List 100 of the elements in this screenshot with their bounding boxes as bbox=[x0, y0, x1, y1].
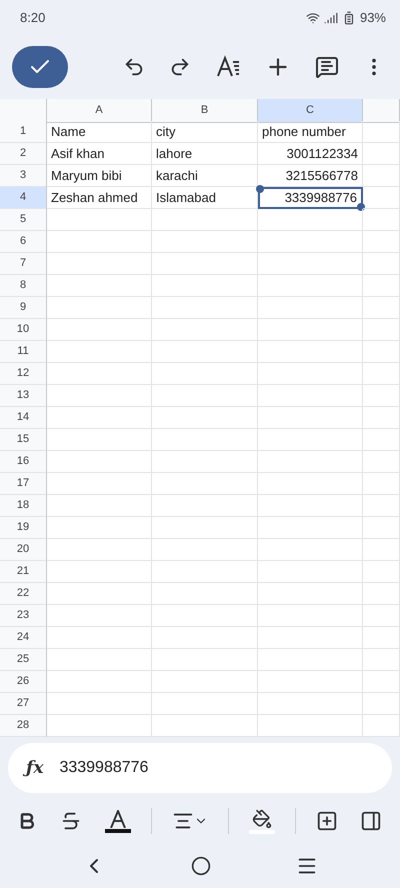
table-cell[interactable] bbox=[47, 516, 152, 539]
table-cell[interactable] bbox=[258, 582, 363, 605]
table-cell[interactable] bbox=[258, 450, 363, 473]
table-cell[interactable]: city bbox=[152, 120, 258, 143]
table-cell[interactable] bbox=[258, 406, 363, 429]
table-cell[interactable] bbox=[363, 318, 400, 341]
table-cell[interactable] bbox=[152, 406, 258, 429]
table-cell[interactable] bbox=[47, 252, 152, 275]
row-header[interactable]: 15 bbox=[0, 428, 47, 451]
table-cell[interactable] bbox=[47, 428, 152, 451]
table-cell[interactable]: Asif khan bbox=[47, 142, 152, 165]
row-header[interactable]: 7 bbox=[0, 252, 47, 275]
table-cell[interactable] bbox=[47, 208, 152, 231]
table-cell[interactable] bbox=[363, 274, 400, 297]
table-cell[interactable] bbox=[363, 296, 400, 319]
table-cell[interactable] bbox=[152, 208, 258, 231]
table-cell[interactable] bbox=[258, 670, 363, 693]
table-cell[interactable] bbox=[47, 670, 152, 693]
table-cell[interactable] bbox=[152, 648, 258, 671]
table-cell[interactable] bbox=[363, 252, 400, 275]
table-cell[interactable]: Islamabad bbox=[152, 186, 258, 209]
table-cell[interactable] bbox=[363, 494, 400, 517]
table-cell[interactable] bbox=[47, 648, 152, 671]
table-cell[interactable]: 3339988776 bbox=[258, 186, 363, 209]
table-cell[interactable] bbox=[363, 582, 400, 605]
table-cell[interactable] bbox=[152, 362, 258, 385]
row-header[interactable]: 9 bbox=[0, 296, 47, 319]
table-cell[interactable] bbox=[152, 384, 258, 407]
table-cell[interactable] bbox=[258, 230, 363, 253]
table-cell[interactable] bbox=[152, 274, 258, 297]
table-cell[interactable] bbox=[152, 340, 258, 363]
table-cell[interactable] bbox=[152, 670, 258, 693]
table-cell[interactable] bbox=[258, 208, 363, 231]
table-cell[interactable]: phone number bbox=[258, 120, 363, 143]
row-header[interactable]: 2 bbox=[0, 142, 47, 165]
table-cell[interactable] bbox=[152, 230, 258, 253]
row-header[interactable]: 20 bbox=[0, 538, 47, 561]
row-header[interactable]: 23 bbox=[0, 604, 47, 627]
table-cell[interactable] bbox=[47, 582, 152, 605]
table-cell[interactable]: Maryum bibi bbox=[47, 164, 152, 187]
row-header[interactable]: 16 bbox=[0, 450, 47, 473]
table-cell[interactable] bbox=[363, 428, 400, 451]
row-header[interactable]: 4 bbox=[0, 186, 47, 209]
table-cell[interactable] bbox=[47, 450, 152, 473]
table-cell[interactable] bbox=[258, 516, 363, 539]
table-cell[interactable] bbox=[363, 516, 400, 539]
table-cell[interactable]: lahore bbox=[152, 142, 258, 165]
formula-bar[interactable]: ƒx 3339988776 bbox=[8, 742, 392, 793]
table-cell[interactable] bbox=[363, 186, 400, 209]
table-cell[interactable]: 3001122334 bbox=[258, 142, 363, 165]
column-header[interactable]: B bbox=[152, 98, 258, 123]
table-cell[interactable] bbox=[363, 384, 400, 407]
table-cell[interactable] bbox=[363, 164, 400, 187]
table-cell[interactable] bbox=[152, 318, 258, 341]
table-cell[interactable] bbox=[363, 120, 400, 143]
table-cell[interactable] bbox=[152, 472, 258, 495]
table-cell[interactable] bbox=[258, 384, 363, 407]
table-cell[interactable] bbox=[363, 670, 400, 693]
select-all-corner[interactable] bbox=[0, 98, 47, 124]
row-header[interactable]: 19 bbox=[0, 516, 47, 539]
table-cell[interactable] bbox=[47, 626, 152, 649]
table-cell[interactable] bbox=[258, 362, 363, 385]
table-cell[interactable] bbox=[152, 604, 258, 627]
table-cell[interactable] bbox=[363, 560, 400, 583]
table-cell[interactable] bbox=[47, 318, 152, 341]
table-cell[interactable] bbox=[363, 472, 400, 495]
table-cell[interactable] bbox=[47, 296, 152, 319]
table-cell[interactable] bbox=[363, 406, 400, 429]
selection-handle[interactable] bbox=[256, 184, 264, 193]
table-cell[interactable] bbox=[152, 428, 258, 451]
row-header[interactable]: 13 bbox=[0, 384, 47, 407]
row-header[interactable]: 11 bbox=[0, 340, 47, 363]
row-header[interactable]: 21 bbox=[0, 560, 47, 583]
table-cell[interactable] bbox=[47, 692, 152, 715]
table-cell[interactable] bbox=[47, 472, 152, 495]
table-cell[interactable] bbox=[152, 560, 258, 583]
table-cell[interactable] bbox=[363, 648, 400, 671]
table-cell[interactable] bbox=[363, 692, 400, 715]
row-header[interactable]: 28 bbox=[0, 714, 47, 737]
table-cell[interactable] bbox=[152, 516, 258, 539]
table-cell[interactable] bbox=[363, 142, 400, 165]
table-cell[interactable] bbox=[363, 208, 400, 231]
row-header[interactable]: 1 bbox=[0, 120, 47, 143]
column-header[interactable]: A bbox=[47, 98, 152, 123]
row-header[interactable]: 24 bbox=[0, 626, 47, 649]
table-cell[interactable] bbox=[363, 626, 400, 649]
table-cell[interactable] bbox=[258, 252, 363, 275]
table-cell[interactable] bbox=[258, 494, 363, 517]
done-button[interactable] bbox=[12, 46, 68, 88]
selection-handle[interactable] bbox=[357, 202, 365, 211]
table-cell[interactable] bbox=[258, 472, 363, 495]
table-cell[interactable] bbox=[47, 230, 152, 253]
table-cell[interactable] bbox=[152, 626, 258, 649]
table-cell[interactable] bbox=[47, 538, 152, 561]
table-cell[interactable] bbox=[258, 648, 363, 671]
table-cell[interactable] bbox=[258, 692, 363, 715]
row-header[interactable]: 22 bbox=[0, 582, 47, 605]
table-cell[interactable] bbox=[47, 494, 152, 517]
table-cell[interactable] bbox=[363, 450, 400, 473]
table-cell[interactable] bbox=[152, 582, 258, 605]
